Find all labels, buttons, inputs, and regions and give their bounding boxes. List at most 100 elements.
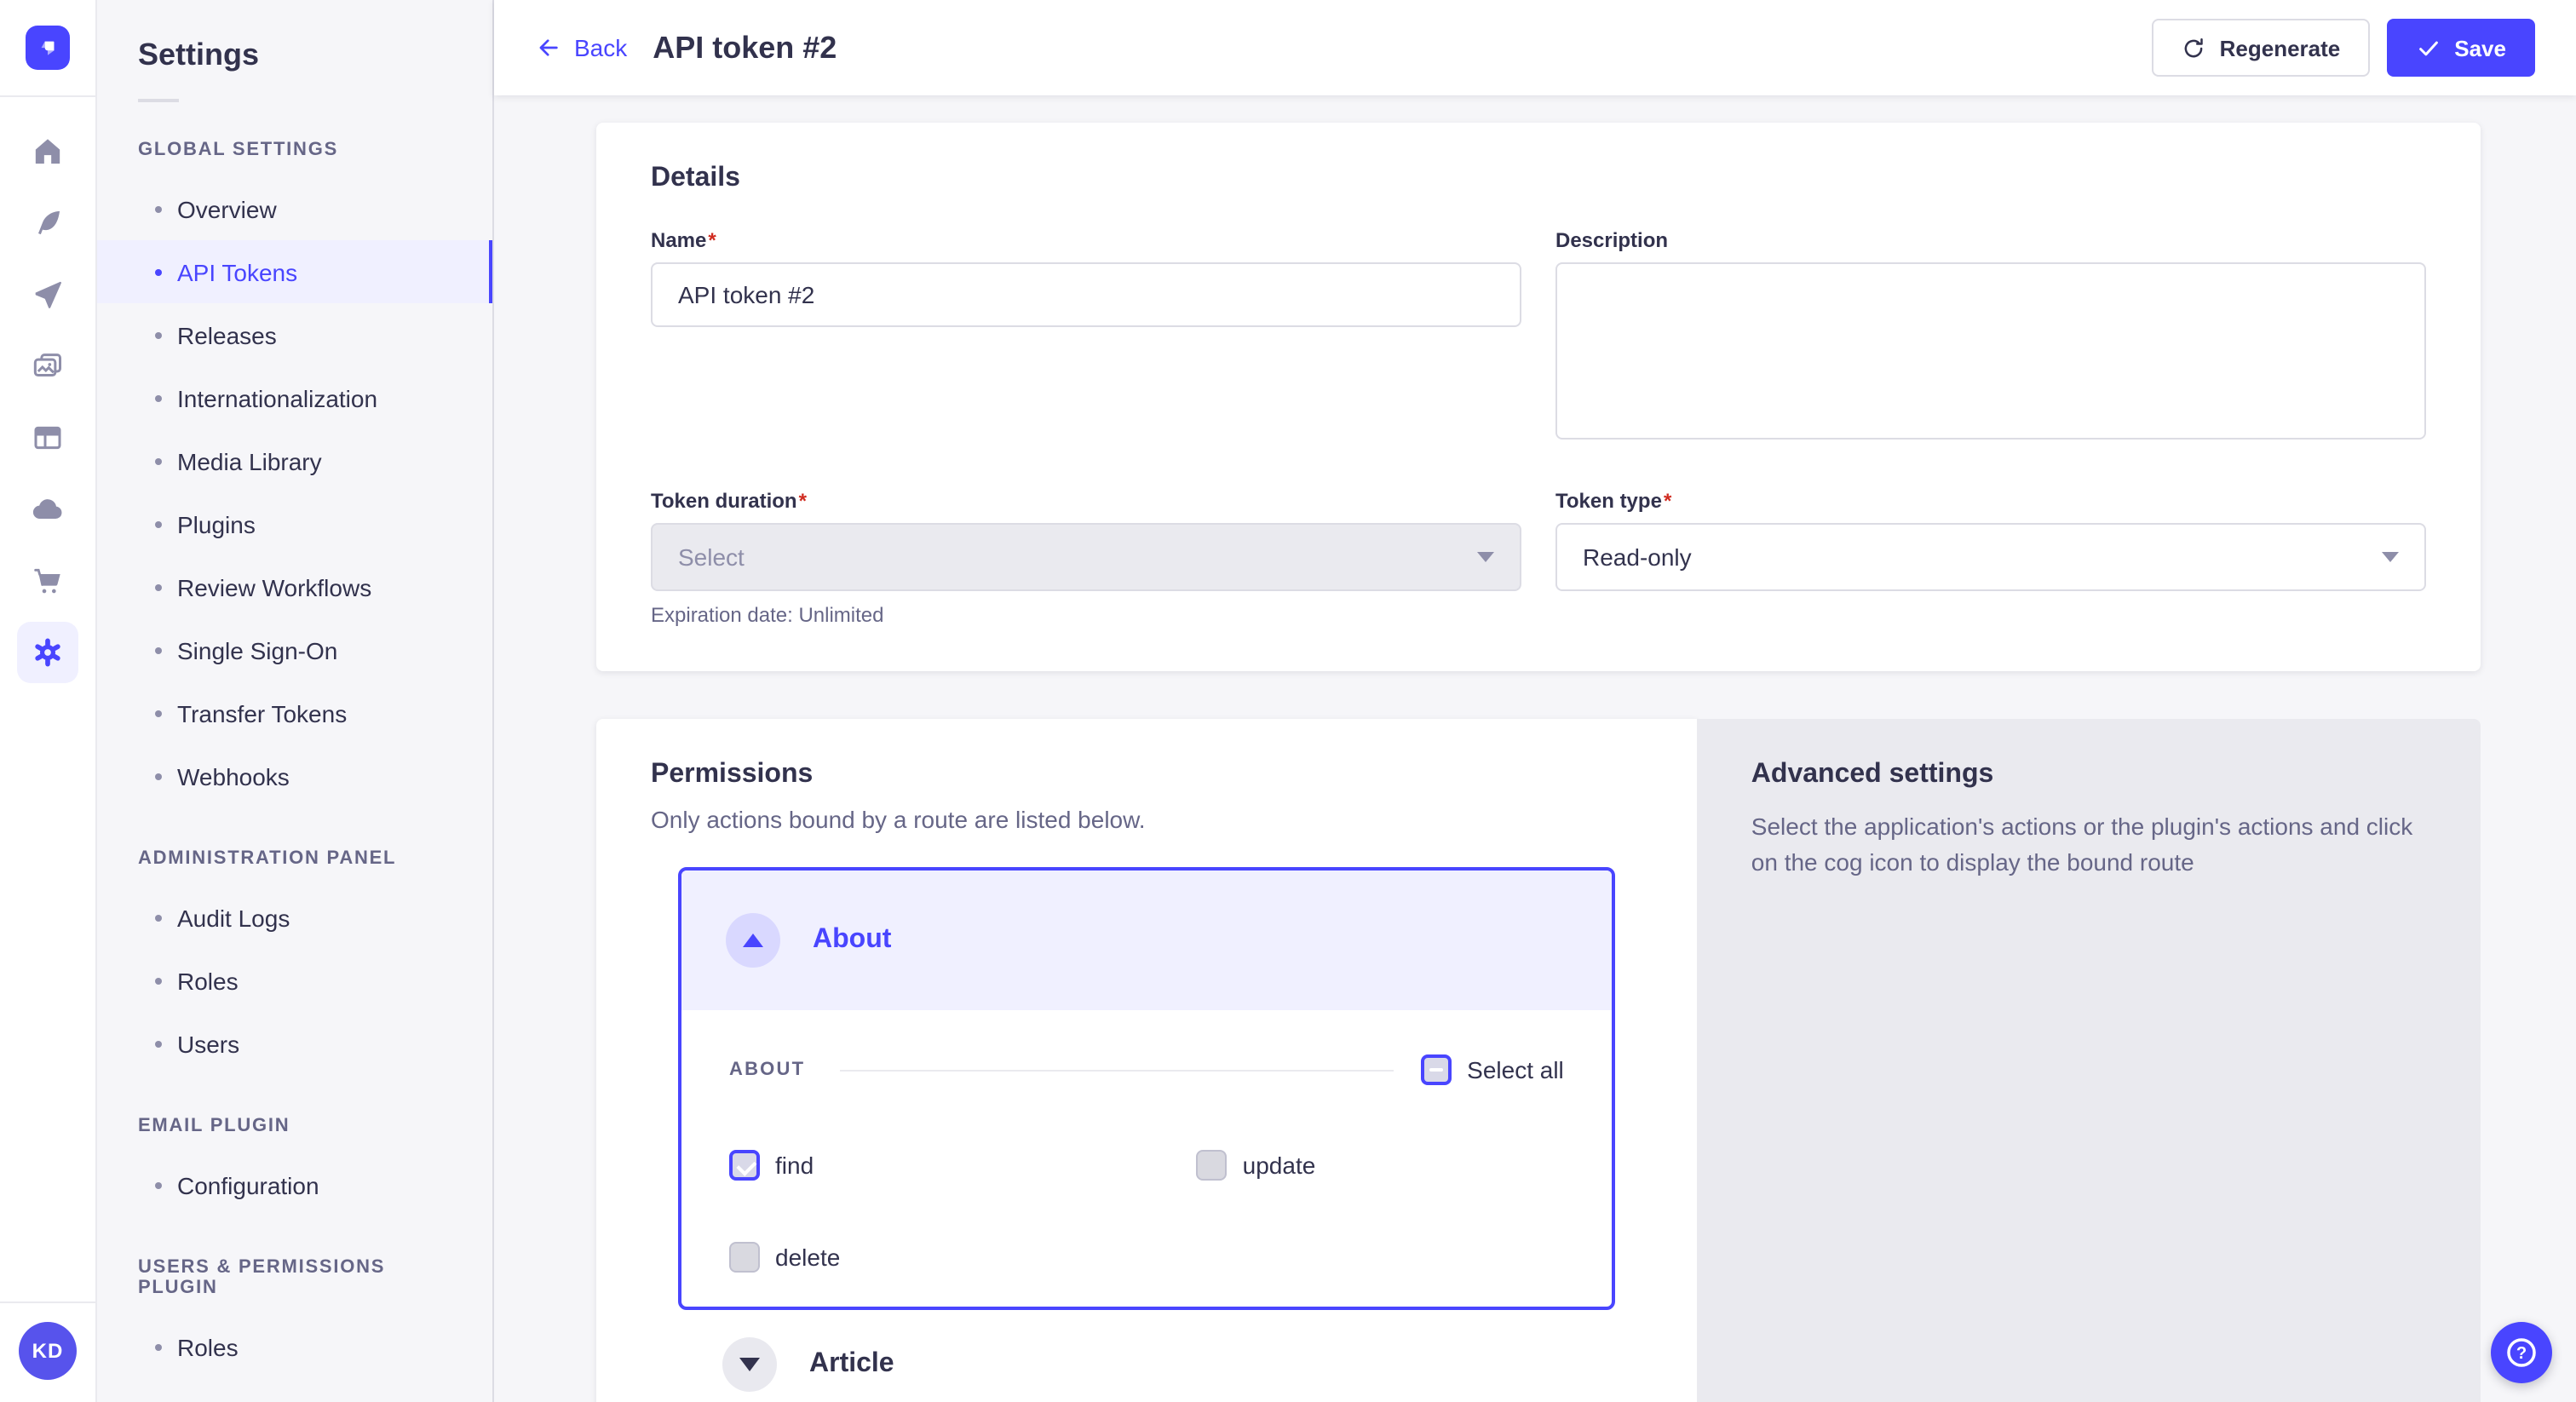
rail-logo-area: [0, 0, 95, 97]
bullet-icon: [155, 773, 162, 779]
sidebar-item-review-workflows[interactable]: Review Workflows: [97, 555, 492, 618]
sidebar-item-up-roles[interactable]: Roles: [97, 1315, 492, 1378]
action-find: find: [729, 1150, 1197, 1181]
bullet-icon: [155, 1343, 162, 1350]
accordion-article-title: Article: [809, 1349, 894, 1380]
chevron-down-icon: [1477, 552, 1494, 562]
accordion-about-header[interactable]: About: [681, 871, 1612, 1010]
page-title: API token #2: [653, 30, 837, 66]
layout-icon[interactable]: [17, 407, 78, 468]
section-label-administration-panel: ADMINISTRATION PANEL: [138, 848, 451, 869]
section-divider: [839, 1069, 1394, 1071]
home-icon[interactable]: [17, 121, 78, 182]
collapse-toggle-button[interactable]: [726, 913, 780, 968]
update-checkbox[interactable]: [1197, 1150, 1228, 1181]
gear-icon[interactable]: [17, 622, 78, 683]
sidebar-item-api-tokens[interactable]: API Tokens: [97, 240, 492, 303]
paper-plane-icon[interactable]: [17, 264, 78, 325]
permissions-section: Permissions Only actions bound by a rout…: [596, 719, 2481, 1402]
section-label-global-settings: GLOBAL SETTINGS: [138, 140, 451, 160]
bullet-icon: [155, 583, 162, 590]
delete-checkbox[interactable]: [729, 1242, 760, 1273]
required-asterisk: *: [1664, 489, 1671, 513]
accordion-article-header[interactable]: Article: [678, 1337, 1615, 1392]
save-button[interactable]: Save: [2386, 19, 2535, 77]
feather-icon[interactable]: [17, 192, 78, 254]
required-asterisk: *: [799, 489, 807, 513]
strapi-logo[interactable]: [26, 26, 70, 70]
page-header: Back API token #2 Regenerate Save: [494, 0, 2576, 95]
sidebar-item-overview[interactable]: Overview: [97, 177, 492, 240]
check-icon: [2415, 35, 2441, 60]
description-label: Description: [1555, 228, 2426, 252]
sidebar-item-audit-logs[interactable]: Audit Logs: [97, 886, 492, 949]
sidebar-title: Settings: [138, 37, 451, 73]
token-type-label: Token type*: [1555, 489, 2426, 513]
bullet-icon: [155, 394, 162, 401]
name-field-group: Name*: [651, 228, 1521, 448]
app-window: KD Settings GLOBAL SETTINGS Overview API…: [0, 0, 2576, 1402]
token-duration-select[interactable]: Select: [651, 523, 1521, 591]
token-type-select[interactable]: Read-only: [1555, 523, 2426, 591]
sidebar-item-admin-users[interactable]: Users: [97, 1012, 492, 1075]
sidebar-item-plugins[interactable]: Plugins: [97, 492, 492, 555]
token-type-field-group: Token type* Read-only: [1555, 489, 2426, 627]
token-type-value: Read-only: [1583, 543, 1692, 571]
about-section-label: ABOUT: [729, 1060, 805, 1080]
sidebar-item-up-providers[interactable]: Providers: [97, 1378, 492, 1402]
action-checkbox-grid: find update delete: [729, 1150, 1564, 1273]
media-pictures-icon[interactable]: [17, 336, 78, 397]
token-duration-label: Token duration*: [651, 489, 1521, 513]
advanced-settings-heading: Advanced settings: [1751, 760, 2426, 790]
cloud-icon[interactable]: [17, 479, 78, 540]
bullet-icon: [155, 331, 162, 338]
sidebar-item-releases[interactable]: Releases: [97, 303, 492, 366]
bullet-icon: [155, 1181, 162, 1188]
expand-toggle-button[interactable]: [722, 1337, 777, 1392]
svg-text:?: ?: [2516, 1344, 2527, 1363]
name-input[interactable]: [651, 262, 1521, 327]
bullet-icon: [155, 268, 162, 275]
accordion-about-body: ABOUT Select all find: [681, 1010, 1612, 1307]
bullet-icon: [155, 205, 162, 212]
back-button[interactable]: Back: [535, 34, 627, 61]
accordion-about-title: About: [813, 925, 891, 956]
accordion-about: About ABOUT Select all: [678, 867, 1615, 1310]
permissions-card: Permissions Only actions bound by a rout…: [596, 719, 1697, 1402]
description-textarea[interactable]: [1555, 262, 2426, 440]
cart-icon[interactable]: [17, 550, 78, 612]
sidebar-item-internationalization[interactable]: Internationalization: [97, 366, 492, 429]
chevron-up-icon: [743, 934, 763, 947]
chevron-down-icon: [2382, 552, 2399, 562]
name-label: Name*: [651, 228, 1521, 252]
main-area: Back API token #2 Regenerate Save Detail…: [494, 0, 2576, 1402]
user-avatar[interactable]: KD: [19, 1322, 77, 1380]
action-delete: delete: [729, 1242, 1197, 1273]
save-label: Save: [2454, 35, 2506, 60]
about-section-row: ABOUT Select all: [729, 1054, 1564, 1085]
regenerate-label: Regenerate: [2220, 35, 2341, 60]
sidebar-item-admin-roles[interactable]: Roles: [97, 949, 492, 1012]
sidebar-item-single-sign-on[interactable]: Single Sign-On: [97, 618, 492, 681]
bullet-icon: [155, 457, 162, 464]
bullet-icon: [155, 646, 162, 653]
select-all-checkbox[interactable]: [1421, 1054, 1452, 1085]
question-mark-icon: ?: [2503, 1334, 2540, 1371]
sidebar-item-email-configuration[interactable]: Configuration: [97, 1153, 492, 1216]
sidebar-item-webhooks[interactable]: Webhooks: [97, 744, 492, 807]
update-label: update: [1243, 1152, 1316, 1179]
help-button[interactable]: ?: [2491, 1322, 2552, 1383]
select-all-label: Select all: [1467, 1056, 1564, 1083]
sidebar-item-media-library[interactable]: Media Library: [97, 429, 492, 492]
token-duration-field-group: Token duration* Select Expiration date: …: [651, 489, 1521, 627]
permissions-subtitle: Only actions bound by a route are listed…: [651, 806, 1642, 833]
expiration-hint: Expiration date: Unlimited: [651, 603, 1521, 627]
find-checkbox[interactable]: [729, 1150, 760, 1181]
settings-sidebar: Settings GLOBAL SETTINGS Overview API To…: [97, 0, 494, 1402]
icon-rail: KD: [0, 0, 97, 1402]
regenerate-button[interactable]: Regenerate: [2152, 19, 2370, 77]
sidebar-item-transfer-tokens[interactable]: Transfer Tokens: [97, 681, 492, 744]
chevron-down-icon: [739, 1358, 760, 1371]
details-card: Details Name* Description: [596, 123, 2481, 671]
bullet-icon: [155, 1040, 162, 1047]
